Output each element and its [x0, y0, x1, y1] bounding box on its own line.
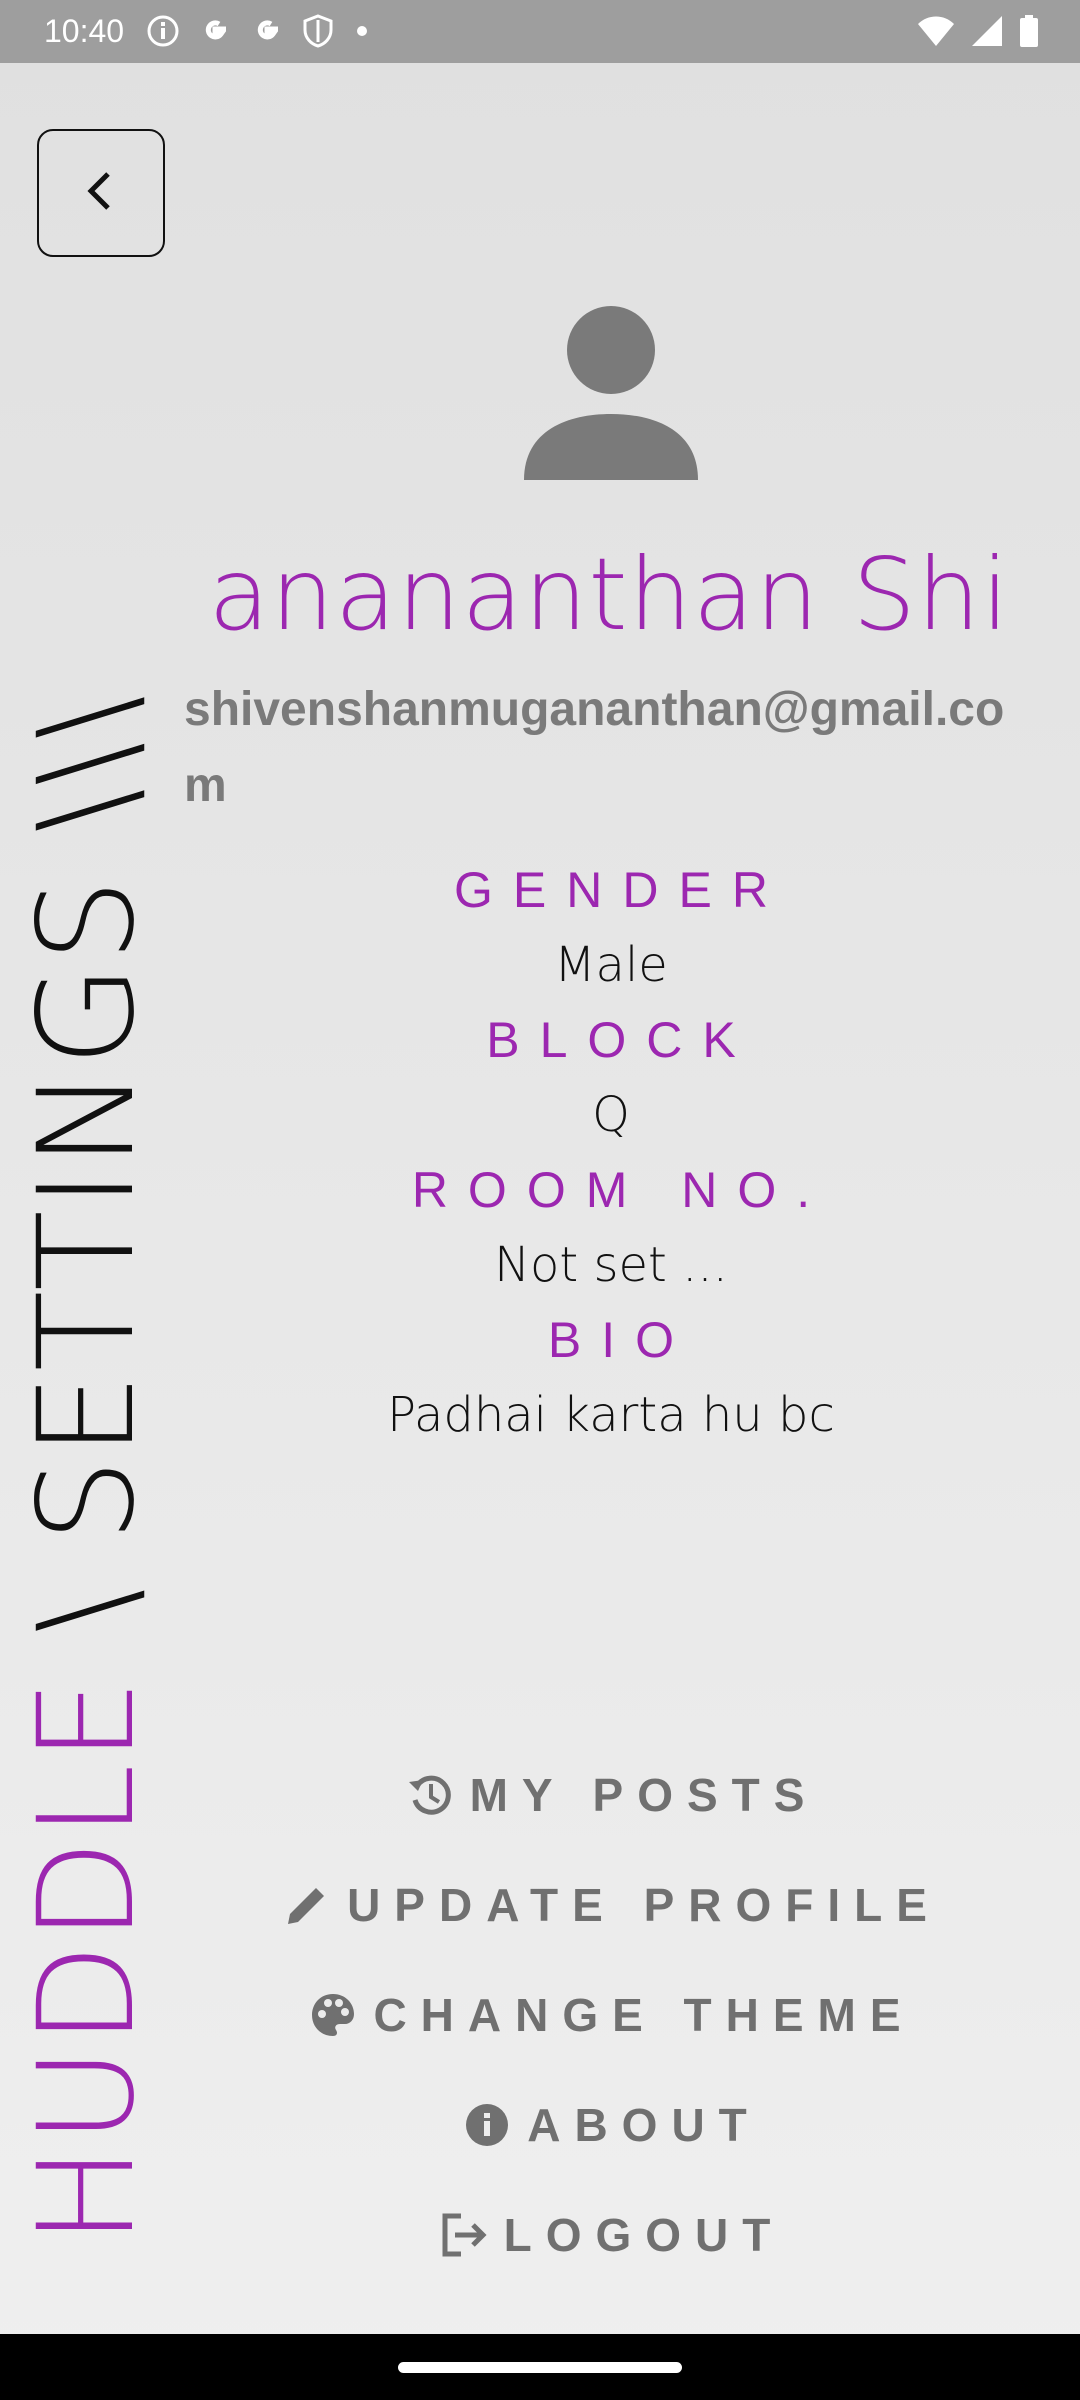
profile-fields: GENDER Male BLOCK Q ROOM NO. Not set ...… — [216, 854, 1006, 1454]
settings-screen: 10:40 HUDDLE \ SETTINGS \\\ anananthan S… — [0, 0, 1080, 2400]
my-posts-button[interactable]: MY POSTS — [216, 1740, 1006, 1850]
info-icon — [461, 2099, 513, 2151]
logout-button[interactable]: LOGOUT — [216, 2180, 1006, 2290]
back-button[interactable] — [37, 129, 165, 257]
google-icon — [198, 14, 232, 53]
status-icons-left — [146, 14, 372, 53]
logout-label: LOGOUT — [503, 2209, 785, 2261]
settings-menu: MY POSTS UPDATE PROFILE CHANGE THEME ABO… — [216, 1740, 1006, 2290]
status-bar: 10:40 — [0, 0, 1080, 63]
about-label: ABOUT — [527, 2099, 761, 2151]
profile-name-container: muganananthan Shi — [216, 530, 1012, 660]
change-theme-button[interactable]: CHANGE THEME — [216, 1960, 1006, 2070]
dot-icon — [352, 14, 372, 53]
info-icon — [146, 14, 180, 53]
chevron-left-icon — [76, 166, 126, 221]
block-value: Q — [592, 1087, 630, 1143]
room-no-label: ROOM NO. — [411, 1162, 831, 1218]
status-time: 10:40 — [44, 13, 125, 49]
profile-name: muganananthan Shi — [216, 536, 1010, 653]
google-icon — [250, 14, 284, 53]
pencil-icon — [281, 1879, 333, 1931]
wifi-icon — [916, 14, 956, 53]
gender-value: Male — [554, 937, 668, 993]
status-icons-right — [916, 14, 1040, 53]
avatar — [520, 300, 702, 482]
home-gesture-bar[interactable] — [398, 2362, 682, 2373]
side-title: HUDDLE \ SETTINGS \\\ — [10, 693, 164, 2245]
shield-icon — [302, 14, 334, 53]
person-icon — [520, 306, 702, 486]
gender-label: GENDER — [454, 862, 788, 918]
update-profile-button[interactable]: UPDATE PROFILE — [216, 1850, 1006, 1960]
profile-email: shivenshanmugananthan@gmail.com — [184, 683, 1005, 812]
change-theme-label: CHANGE THEME — [373, 1989, 915, 2041]
signal-icon — [970, 14, 1004, 53]
side-title-brand: HUDDLE — [10, 1676, 164, 2245]
side-title-suffix: \ SETTINGS \\\ — [10, 693, 164, 1677]
update-profile-label: UPDATE PROFILE — [347, 1879, 941, 1931]
block-label: BLOCK — [486, 1012, 756, 1068]
about-button[interactable]: ABOUT — [216, 2070, 1006, 2180]
bio-value: Padhai karta hu bc — [387, 1387, 835, 1443]
palette-icon — [307, 1989, 359, 2041]
my-posts-label: MY POSTS — [469, 1769, 819, 1821]
history-icon — [404, 1769, 456, 1821]
battery-icon — [1018, 14, 1040, 53]
room-no-value: Not set ... — [494, 1237, 728, 1293]
bio-label: BIO — [547, 1312, 695, 1368]
logout-icon — [438, 2209, 490, 2261]
